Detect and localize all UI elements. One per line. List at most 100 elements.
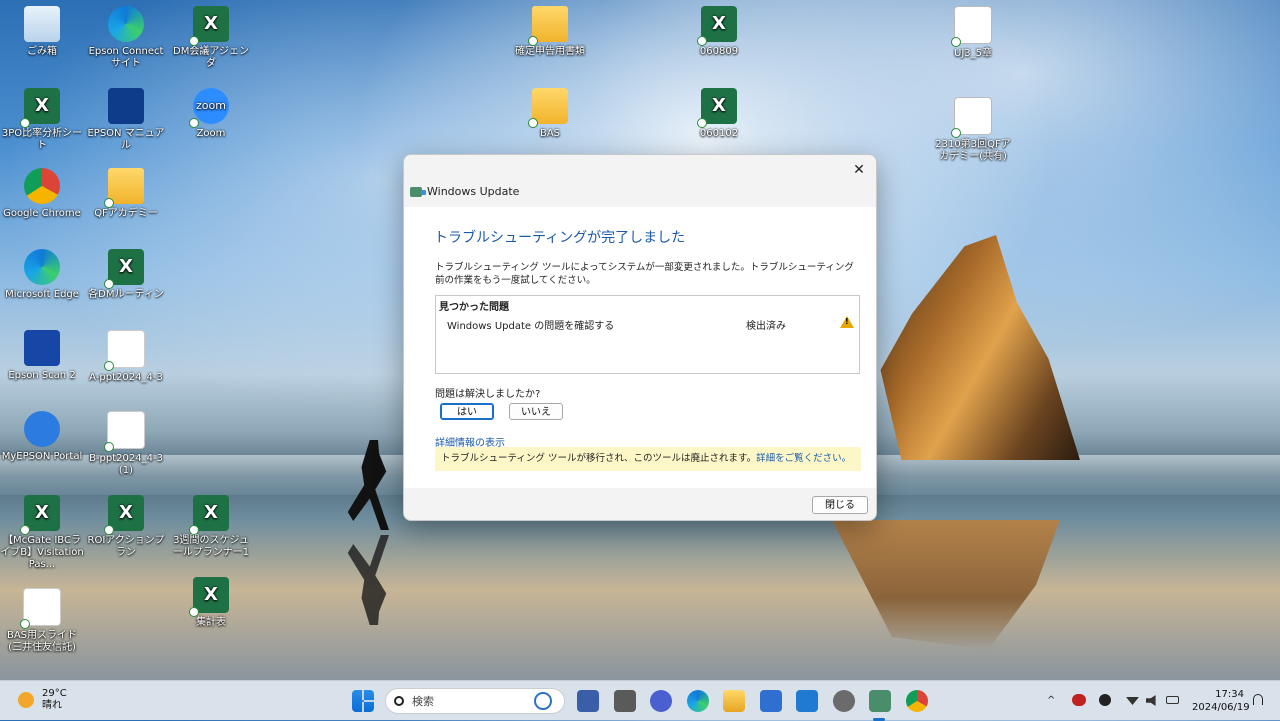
desktop-icon-label: BAS <box>539 128 561 139</box>
desktop-icon-schedule[interactable]: X 3週間のスケジュールプランナー1 <box>169 495 253 559</box>
settings-gear-icon[interactable] <box>833 690 855 712</box>
desktop-icon-label: Microsoft Edge <box>5 289 79 300</box>
wallpaper-cliff <box>880 235 1080 460</box>
tray-chevron-icon[interactable]: ^ <box>1047 695 1055 706</box>
deprecation-notice: トラブルシューティング ツールが移行され、このツールは廃止されます。詳細をご覧く… <box>435 447 861 471</box>
document-file-icon <box>951 6 992 47</box>
wallpaper-cliff-reflection <box>832 520 1060 650</box>
desktop-icon-dm-routine[interactable]: X 各DMルーティン <box>84 249 168 301</box>
folder-icon <box>528 88 568 128</box>
desktop-icon-epson-connect[interactable]: Epson Connect サイト <box>84 6 168 70</box>
desktop-icon-label: 3PO比率分析シート <box>1 128 83 151</box>
desktop-icon-3po[interactable]: X 3PO比率分析シート <box>0 88 84 152</box>
edge-icon[interactable] <box>687 690 709 712</box>
zoom-icon: zoom <box>189 88 229 128</box>
windows-update-icon <box>410 186 426 197</box>
desktop-icon-bas[interactable]: BAS <box>508 88 592 140</box>
copilot-icon[interactable] <box>577 690 599 712</box>
no-button[interactable]: いいえ <box>509 403 563 420</box>
desktop-icon-dm-agenda[interactable]: X DM会議アジェンダ <box>169 6 253 70</box>
troubleshooter-dialog: ✕ Windows Update トラブルシューティングが完了しました トラブル… <box>403 154 877 521</box>
close-icon[interactable]: ✕ <box>848 159 870 181</box>
volume-icon[interactable] <box>1146 695 1156 706</box>
dialog-description: トラブルシューティング ツールによってシステムが一部変更されました。トラブルシュ… <box>435 262 854 286</box>
taskbar: 29°C 晴れ 検索 ^ 17:34 2024/06/19 <box>0 680 1280 721</box>
file-explorer-icon[interactable] <box>723 690 745 712</box>
desktop-icon-myepson[interactable]: MyEPSON Portal <box>0 411 84 463</box>
warning-icon: ! <box>840 316 854 328</box>
resolved-question: 問題は解決しましたか? <box>435 389 541 400</box>
yes-button[interactable]: はい <box>440 403 494 420</box>
excel-file-icon: X <box>697 88 737 128</box>
dialog-title: Windows Update <box>410 185 519 198</box>
notice-details-link[interactable]: 詳細をご覧ください。 <box>756 453 851 464</box>
desktop-icon-uj3[interactable]: UJ3_5章 <box>931 6 1015 60</box>
desktop-icon-summary[interactable]: X 集計表 <box>169 577 253 629</box>
desktop-icon-epson-manual[interactable]: EPSON マニュアル <box>84 88 168 152</box>
clock-date: 2024/06/19 <box>1192 702 1250 713</box>
problem-name: Windows Update の問題を確認する <box>447 321 615 332</box>
folder-icon <box>104 168 144 208</box>
close-button[interactable]: 閉じる <box>812 496 868 514</box>
desktop-icon-epson-scan[interactable]: Epson Scan 2 <box>0 330 84 382</box>
store-icon[interactable] <box>760 690 782 712</box>
desktop-icon-recycle-bin[interactable]: ごみ箱 <box>0 6 84 58</box>
dialog-heading: トラブルシューティングが完了しました <box>434 230 686 246</box>
epson-manual-icon <box>108 88 144 124</box>
edge-icon <box>24 249 60 285</box>
mail-icon[interactable] <box>796 690 818 712</box>
notice-text: トラブルシューティング ツールが移行され、このツールは廃止されます。 <box>441 453 757 464</box>
weather-widget[interactable]: 29°C 晴れ <box>18 688 67 712</box>
start-button-icon[interactable] <box>352 690 374 712</box>
desktop-icon-edge[interactable]: Microsoft Edge <box>0 249 84 301</box>
dialog-content: トラブルシューティングが完了しました トラブルシューティング ツールによってシス… <box>404 207 876 488</box>
desktop-icon-060102[interactable]: X 060102 <box>677 88 761 140</box>
excel-file-icon: X <box>20 495 60 535</box>
onedrive-error-icon[interactable] <box>1072 694 1086 706</box>
wallpaper-runner-reflection <box>347 535 389 625</box>
myepson-icon <box>24 411 60 447</box>
windows-update-taskbar-icon[interactable] <box>869 690 891 712</box>
desktop-icon-mcgate[interactable]: X 【McGate IBCライブB】Visitation Pas... <box>0 495 84 571</box>
desktop-icon-label: QFアカデミー <box>94 208 158 219</box>
security-alert-icon[interactable] <box>1099 694 1111 706</box>
wifi-icon[interactable] <box>1126 697 1139 705</box>
desktop-icon-tax-docs[interactable]: 確定申告用書類 <box>508 6 592 58</box>
desktop-icon-b-ppt[interactable]: B-ppt2024_4-3 (1) <box>84 411 168 477</box>
desktop-icon-label: 確定申告用書類 <box>515 46 585 57</box>
powerpoint-file-icon <box>104 411 145 452</box>
notification-bell-icon[interactable] <box>1253 694 1263 705</box>
taskbar-search[interactable]: 検索 <box>385 688 565 714</box>
desktop-icon-label: 【McGate IBCライブB】Visitation Pas... <box>0 535 84 570</box>
desktop-icon-qf-academy[interactable]: QFアカデミー <box>84 168 168 220</box>
task-view-icon[interactable] <box>614 690 636 712</box>
desktop-icon-label: ROIアクションプラン <box>87 535 165 558</box>
recycle-bin-icon <box>24 6 60 42</box>
desktop-icon-label: Zoom <box>196 128 226 139</box>
chrome-icon[interactable] <box>906 690 928 712</box>
excel-file-icon: X <box>189 495 229 535</box>
excel-file-icon: X <box>189 577 229 617</box>
chat-icon[interactable] <box>650 690 672 712</box>
powerpoint-file-icon <box>20 588 61 629</box>
edge-shortcut-icon <box>108 6 144 42</box>
desktop-icon-bas-slides[interactable]: BAS用スライド (三井住友信託) <box>0 588 84 654</box>
desktop-icon-chrome[interactable]: Google Chrome <box>0 168 84 220</box>
desktop-icon-label: DM会議アジェンダ <box>173 46 249 69</box>
desktop-icon-zoom[interactable]: zoom Zoom <box>169 88 253 140</box>
desktop-icon-label: ごみ箱 <box>27 46 57 57</box>
system-clock[interactable]: 17:34 2024/06/19 <box>1192 688 1250 714</box>
desktop-icon-qf-2310[interactable]: 2310第3回QFアカデミー(共有) <box>931 97 1015 163</box>
desktop-icon-060809[interactable]: X 060809 <box>677 6 761 58</box>
desktop-icon-label: UJ3_5章 <box>954 48 992 59</box>
battery-icon[interactable] <box>1166 696 1179 704</box>
desktop-icon-label: Epson Connect サイト <box>88 46 164 69</box>
excel-file-icon: X <box>104 249 144 289</box>
desktop-icon-roi[interactable]: X ROIアクションプラン <box>84 495 168 559</box>
desktop-icon-label: 060809 <box>699 46 739 57</box>
desktop-icon-a-ppt[interactable]: A-ppt2024_4-3 <box>84 330 168 384</box>
desktop-icon-label: 2310第3回QFアカデミー(共有) <box>935 139 1011 162</box>
search-icon <box>394 696 404 706</box>
search-placeholder: 検索 <box>412 695 434 708</box>
chrome-icon <box>24 168 60 204</box>
